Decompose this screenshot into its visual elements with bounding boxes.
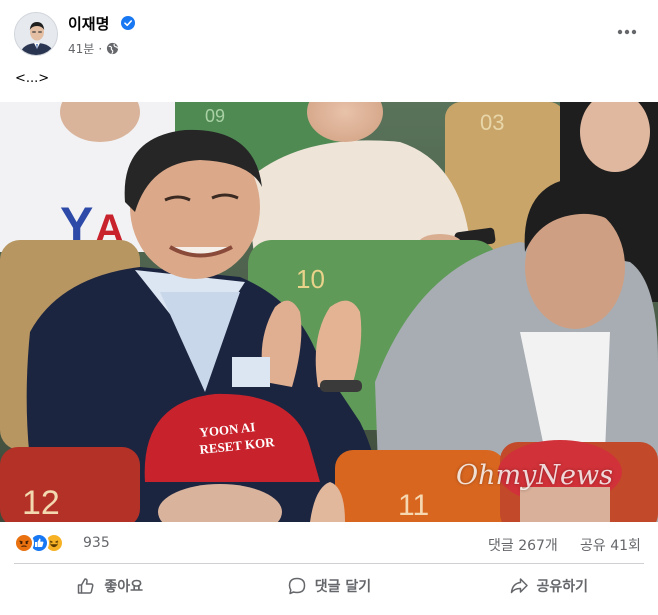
reaction-count[interactable]: 935 (83, 535, 110, 551)
comments-count[interactable]: 댓글 267개 (488, 535, 558, 555)
post-header: 이재명 41분 · (0, 0, 658, 68)
shares-count[interactable]: 공유 41회 (580, 535, 641, 555)
globe-icon[interactable] (106, 42, 119, 55)
like-label: 좋아요 (104, 579, 143, 595)
seat-front-red (0, 447, 140, 522)
svg-text:12: 12 (22, 484, 60, 522)
comment-label: 댓글 달기 (314, 579, 372, 595)
post-photo[interactable]: 03 09 Y A 10 12 11 YOON AI RESET KOR Ohm… (0, 102, 658, 522)
reaction-icons[interactable] (14, 533, 64, 553)
post-card: 이재명 41분 · <...> 03 09 Y A 10 12 11 YOON … (0, 0, 658, 615)
svg-text:11: 11 (398, 489, 429, 522)
share-icon (510, 578, 528, 594)
verified-badge-icon (121, 16, 135, 30)
share-button[interactable]: 공유하기 (439, 566, 658, 606)
author-avatar[interactable] (14, 12, 58, 56)
svg-text:09: 09 (205, 106, 225, 126)
comment-button[interactable]: 댓글 달기 (219, 566, 438, 606)
photo-watermark: OhmyNews (456, 460, 613, 491)
post-time[interactable]: 41분 (68, 40, 94, 57)
seat-number-back: 03 (480, 110, 504, 135)
thumbs-up-icon (78, 578, 94, 594)
share-label: 공유하기 (536, 579, 589, 595)
svg-text:10: 10 (296, 264, 325, 294)
action-divider (14, 563, 644, 564)
post-actions: 좋아요 댓글 달기 공유하기 (0, 566, 658, 606)
engagement-stats: 935 댓글 267개 공유 41회 (0, 530, 658, 560)
like-button[interactable]: 좋아요 (0, 566, 219, 606)
post-caption: <...> (15, 71, 50, 86)
photo-scene: 03 09 Y A 10 12 11 YOON AI RESET KOR (0, 102, 658, 522)
more-options-button[interactable] (614, 22, 640, 42)
author-name[interactable]: 이재명 (68, 13, 109, 34)
ellipsis-icon (617, 29, 637, 35)
post-meta: 41분 · (68, 40, 119, 57)
meta-separator: · (98, 41, 103, 56)
avatar-image (15, 13, 57, 55)
comment-icon (288, 577, 306, 595)
angry-icon (14, 533, 34, 553)
